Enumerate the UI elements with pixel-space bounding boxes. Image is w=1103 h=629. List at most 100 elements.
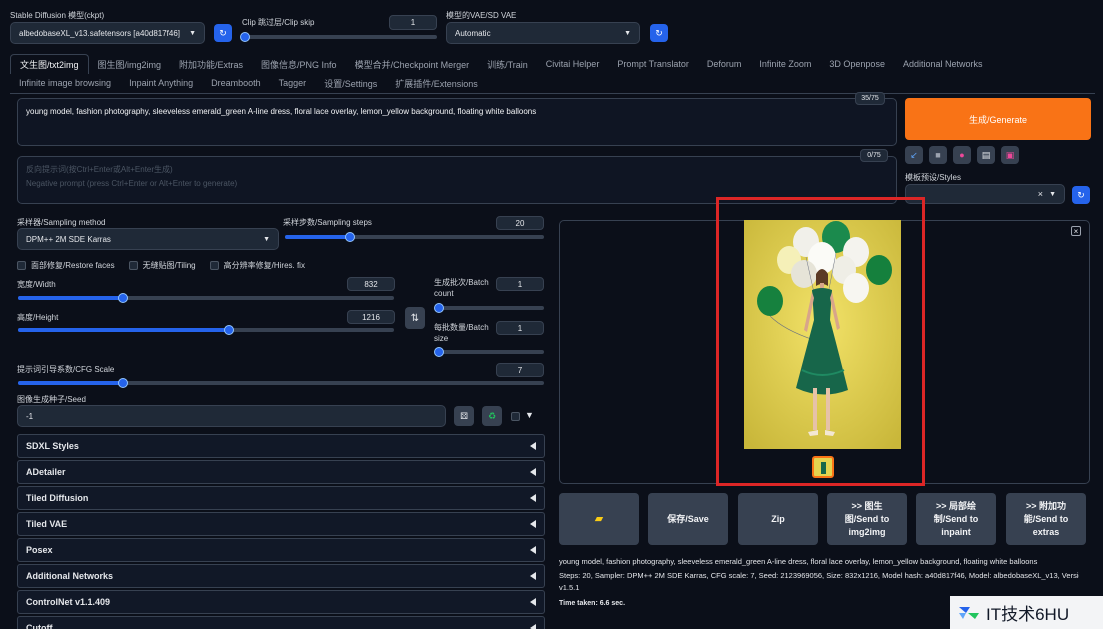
clip-skip-input[interactable]: 1 — [389, 15, 437, 30]
trash-icon[interactable]: ■ — [929, 146, 947, 164]
clear-icon[interactable]: × — [1038, 189, 1043, 199]
tab-row2-4[interactable]: 设置/Settings — [315, 73, 386, 93]
negative-placeholder-en: Negative prompt (press Ctrl+Enter or Alt… — [26, 179, 238, 188]
tab-row2-2[interactable]: Dreambooth — [202, 73, 270, 93]
tab-row2-1[interactable]: Inpaint Anything — [120, 73, 202, 93]
refresh-styles-button[interactable]: ↻ — [1072, 186, 1090, 204]
height-label: 高度/Height — [17, 313, 59, 322]
generate-button[interactable]: 生成/Generate — [905, 98, 1091, 140]
clipboard-icon[interactable]: ▤ — [977, 146, 995, 164]
width-slider[interactable] — [18, 293, 394, 303]
tiling-checkbox[interactable]: 无缝贴图/Tiling — [128, 260, 196, 271]
tab-8[interactable]: Deforum — [698, 54, 751, 74]
time-taken: Time taken: 6.6 sec. — [559, 600, 626, 607]
paste-icon[interactable]: ↙ — [905, 146, 923, 164]
restore-faces-checkbox[interactable]: 面部修复/Restore faces — [17, 260, 115, 271]
generation-prompt-info: young model, fashion photography, sleeve… — [559, 557, 1038, 566]
chevron-down-icon: ▼ — [189, 29, 196, 37]
tab-row2-5[interactable]: 扩展插件/Extensions — [386, 73, 487, 93]
clip-skip-slider[interactable] — [240, 32, 437, 42]
send-to-extras-button[interactable]: >> 附加功 能/Send to extras — [1006, 493, 1086, 545]
tab-7[interactable]: Prompt Translator — [608, 54, 698, 74]
extra-seed-toggle-icon[interactable]: ▼ — [525, 410, 534, 420]
swap-dimensions-button[interactable]: ⇅ — [405, 307, 425, 329]
ckpt-label: Stable Diffusion 模型(ckpt) — [10, 11, 105, 20]
send-to-img2img-button[interactable]: >> 图生 图/Send to img2img — [827, 493, 907, 545]
collapse-icon — [530, 520, 536, 528]
generation-params-info: Steps: 20, Sampler: DPM++ 2M SDE Karras,… — [559, 571, 1079, 580]
seed-label: 图像生成种子/Seed — [17, 395, 86, 404]
gallery-thumbnail[interactable] — [812, 456, 834, 478]
seed-input[interactable]: -1 — [17, 405, 446, 427]
negative-placeholder-cn: 反向提示词(按Ctrl+Enter或Alt+Enter生成) — [26, 165, 173, 174]
vae-label: 模型的VAE/SD VAE — [446, 11, 517, 20]
tab-11[interactable]: Additional Networks — [894, 54, 992, 74]
seed-value: -1 — [26, 411, 34, 421]
vae-select[interactable]: Automatic ▼ — [446, 22, 640, 44]
style-icon[interactable]: ● — [953, 146, 971, 164]
folder-icon: ▰ — [594, 512, 604, 525]
chevron-down-icon: ▼ — [263, 235, 270, 243]
accordion-7[interactable]: Cutoff — [17, 616, 545, 629]
height-slider[interactable] — [18, 325, 394, 335]
zip-button[interactable]: Zip — [738, 493, 818, 545]
reuse-seed-button[interactable]: ♻ — [482, 406, 502, 426]
chevron-down-icon: ▼ — [624, 29, 631, 37]
save-style-icon[interactable]: ▣ — [1001, 146, 1019, 164]
accordion-5[interactable]: Additional Networks — [17, 564, 545, 588]
accordion-label: ControlNet v1.1.409 — [26, 597, 111, 607]
send-to-inpaint-button[interactable]: >> 局部绘 制/Send to inpaint — [916, 493, 996, 545]
height-input[interactable]: 1216 — [347, 310, 395, 324]
negative-prompt-input[interactable]: 反向提示词(按Ctrl+Enter或Alt+Enter生成) Negative … — [17, 156, 897, 204]
accordion-2[interactable]: Tiled Diffusion — [17, 486, 545, 510]
collapse-icon — [530, 624, 536, 629]
batch-size-slider[interactable] — [434, 347, 544, 357]
sampling-steps-input[interactable]: 20 — [496, 216, 544, 230]
styles-select[interactable]: × ▼ — [905, 184, 1065, 204]
prompt-token-counter: 35/75 — [855, 92, 885, 105]
tab-0[interactable]: 文生图/txt2img — [10, 54, 89, 74]
tab-6[interactable]: Civitai Helper — [537, 54, 609, 74]
save-button[interactable]: 保存/Save — [648, 493, 728, 545]
accordion-3[interactable]: Tiled VAE — [17, 512, 545, 536]
extra-seed-checkbox[interactable] — [511, 412, 520, 421]
clip-skip-label: Clip 跳过层/Clip skip — [242, 18, 315, 27]
open-folder-button[interactable]: ▰ — [559, 493, 639, 545]
accordion-0[interactable]: SDXL Styles — [17, 434, 545, 458]
dice-icon: ⚄ — [460, 410, 468, 421]
tab-1[interactable]: 图生图/img2img — [89, 54, 171, 74]
cfg-scale-slider[interactable] — [18, 378, 544, 388]
prompt-input[interactable]: young model, fashion photography, sleeve… — [17, 98, 897, 146]
tab-4[interactable]: 模型合并/Checkpoint Merger — [346, 54, 479, 74]
tab-2[interactable]: 附加功能/Extras — [170, 54, 252, 74]
tab-9[interactable]: Infinite Zoom — [750, 54, 820, 74]
tab-10[interactable]: 3D Openpose — [820, 54, 894, 74]
hires-fix-checkbox[interactable]: 高分辨率修复/Hires. fix — [209, 260, 305, 271]
accordion-label: Tiled Diffusion — [26, 493, 89, 503]
generated-image[interactable] — [744, 220, 901, 449]
sampling-method-value: DPM++ 2M SDE Karras — [26, 234, 111, 244]
accordion-6[interactable]: ControlNet v1.1.409 — [17, 590, 545, 614]
ckpt-select[interactable]: albedobaseXL_v13.safetensors [a40d817f46… — [10, 22, 205, 44]
tab-3[interactable]: 图像信息/PNG Info — [252, 54, 346, 74]
accordion-1[interactable]: ADetailer — [17, 460, 545, 484]
sampling-steps-slider[interactable] — [285, 232, 544, 242]
accordion-4[interactable]: Posex — [17, 538, 545, 562]
accordion-label: ADetailer — [26, 467, 66, 477]
cfg-scale-input[interactable]: 7 — [496, 363, 544, 377]
refresh-vae-button[interactable]: ↻ — [650, 24, 668, 42]
collapse-icon — [530, 468, 536, 476]
tab-5[interactable]: 训练/Train — [478, 54, 537, 74]
width-input[interactable]: 832 — [347, 277, 395, 291]
refresh-ckpt-button[interactable]: ↻ — [214, 24, 232, 42]
batch-size-input[interactable]: 1 — [496, 321, 544, 335]
batch-count-slider[interactable] — [434, 303, 544, 313]
batch-count-input[interactable]: 1 — [496, 277, 544, 291]
tab-row2-3[interactable]: Tagger — [270, 73, 316, 93]
sampling-steps-label: 采样步数/Sampling steps — [283, 218, 372, 227]
random-seed-button[interactable]: ⚄ — [454, 406, 474, 426]
sampling-method-select[interactable]: DPM++ 2M SDE Karras ▼ — [17, 228, 279, 250]
tab-row2-0[interactable]: Infinite image browsing — [10, 73, 120, 93]
close-icon[interactable]: × — [1071, 226, 1081, 236]
prompt-text: young model, fashion photography, sleeve… — [26, 107, 537, 116]
